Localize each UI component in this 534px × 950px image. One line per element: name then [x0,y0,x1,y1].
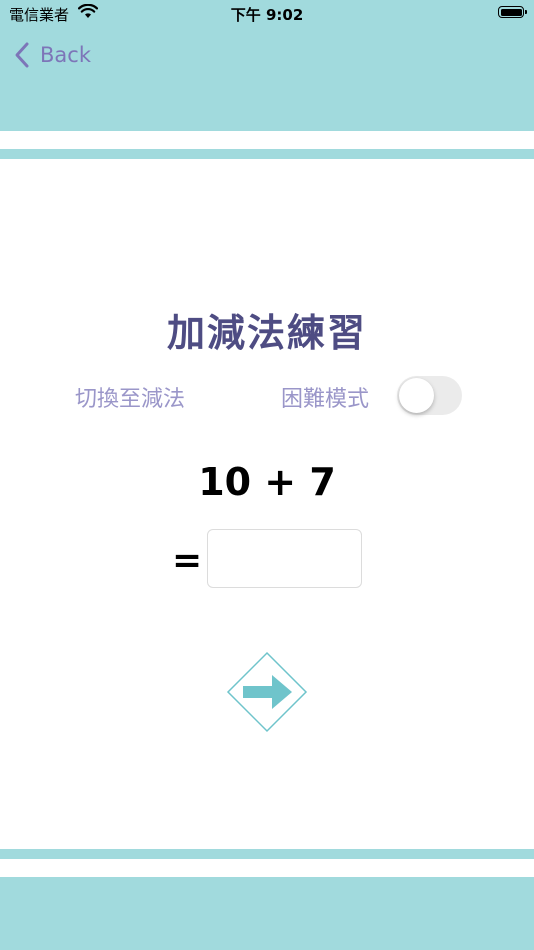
math-question: 10 + 7 [198,460,336,504]
toggle-knob [399,378,434,413]
chevron-left-icon [15,42,29,68]
hard-mode-toggle[interactable] [397,376,462,415]
top-divider-band [0,149,534,159]
bottom-divider-band [0,849,534,859]
arrow-right-icon [226,651,308,733]
battery-icon [498,6,527,18]
back-button[interactable]: Back [14,40,91,70]
back-label: Back [40,43,91,67]
switch-to-subtraction-button[interactable]: 切換至減法 [75,381,185,413]
status-time: 下午 9:02 [230,6,304,24]
header-bar: 電信業者 下午 9:02 Back [0,0,534,131]
page-title: 加減法練習 [166,311,367,355]
answer-input[interactable] [207,529,362,588]
equals-sign: = [172,540,203,581]
status-bar: 電信業者 下午 9:02 [0,0,534,28]
next-button[interactable] [226,651,308,733]
footer-bar [0,877,534,950]
hard-mode-label: 困難模式 [281,387,370,412]
